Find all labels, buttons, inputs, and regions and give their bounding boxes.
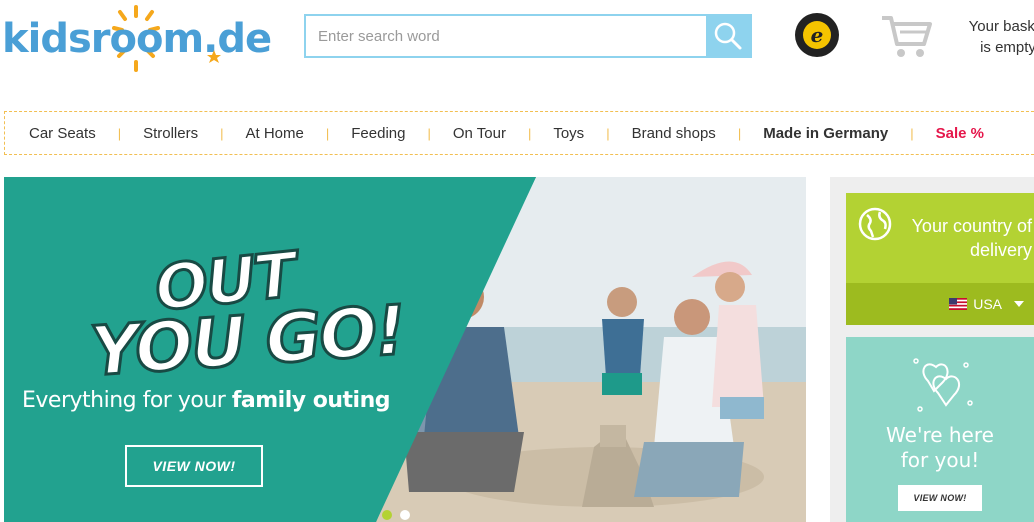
nav-item-at-home[interactable]: At Home (246, 125, 304, 142)
trusted-shops-badge[interactable]: e (794, 12, 840, 58)
customer-service-view-now-button[interactable]: VIEW NOW! (898, 485, 982, 511)
customer-service-box[interactable]: We're here for you! VIEW NOW! (846, 337, 1034, 522)
shopping-cart-icon (882, 16, 932, 57)
basket-line2: is empty (980, 39, 1034, 56)
nav-item-made-in-germany[interactable]: Made in Germany (763, 125, 888, 142)
kidsroom-logo[interactable]: kidsroom.de (2, 4, 274, 76)
country-selector[interactable]: USA (846, 283, 1034, 325)
carousel-dot-1[interactable] (382, 510, 392, 520)
hero-view-now-button[interactable]: VIEW NOW! (125, 445, 263, 487)
customer-service-title-line1: We're here (886, 423, 994, 447)
hero-banner[interactable]: OUT YOU GO! Everything for your family o… (4, 177, 806, 522)
nav-separator: | (427, 125, 431, 141)
svg-text:e: e (811, 23, 824, 47)
search-bar (304, 14, 752, 58)
search-input[interactable] (306, 16, 706, 56)
nav-separator: | (606, 125, 610, 141)
hearts-icon (913, 358, 973, 412)
logo-graphic: kidsroom.de (2, 5, 272, 72)
delivery-country-title: Your country of delivery (911, 216, 1032, 260)
nav-item-on-tour[interactable]: On Tour (453, 125, 506, 142)
hero-tagline-regular: Everything for your (22, 388, 232, 413)
nav-separator: | (117, 125, 122, 141)
shopping-cart-button[interactable] (880, 14, 934, 60)
nav-separator: | (220, 125, 224, 141)
us-flag-icon (949, 298, 968, 310)
nav-separator: | (527, 125, 532, 141)
nav-separator: | (910, 125, 914, 141)
nav-item-strollers[interactable]: Strollers (143, 125, 198, 142)
selected-country: USA (973, 296, 1002, 312)
delivery-country-header: Your country of delivery (846, 193, 1034, 283)
nav-item-car-seats[interactable]: Car Seats (29, 125, 96, 142)
trusted-shops-icon: e (795, 13, 839, 57)
basket-line1: Your basket (968, 18, 1034, 35)
nav-item-feeding[interactable]: Feeding (351, 125, 405, 142)
basket-status[interactable]: Your basket is empty (948, 16, 1034, 60)
chevron-down-icon (1014, 301, 1024, 307)
carousel-dot-2[interactable] (400, 510, 410, 520)
carousel-dots (382, 510, 410, 520)
nav-separator: | (325, 125, 330, 141)
customer-service-title-line2: for you! (900, 448, 980, 472)
nav-item-sale[interactable]: Sale % (936, 125, 984, 142)
main-navigation: Car Seats | Strollers | At Home | Feedin… (4, 111, 1034, 155)
nav-item-brand-shops[interactable]: Brand shops (632, 125, 716, 142)
nav-separator: | (737, 125, 742, 141)
globe-icon (858, 207, 892, 241)
nav-item-toys[interactable]: Toys (553, 125, 584, 142)
search-button[interactable] (706, 16, 750, 56)
hero-tagline: Everything for your family outing (22, 388, 390, 413)
customer-service-title: We're here for you! (846, 423, 1034, 473)
hero-tagline-bold: family outing (231, 388, 391, 413)
delivery-country-box: Your country of delivery USA (846, 193, 1034, 325)
logo-wordmark: kidsroom.de (2, 16, 271, 62)
search-icon (714, 22, 742, 50)
